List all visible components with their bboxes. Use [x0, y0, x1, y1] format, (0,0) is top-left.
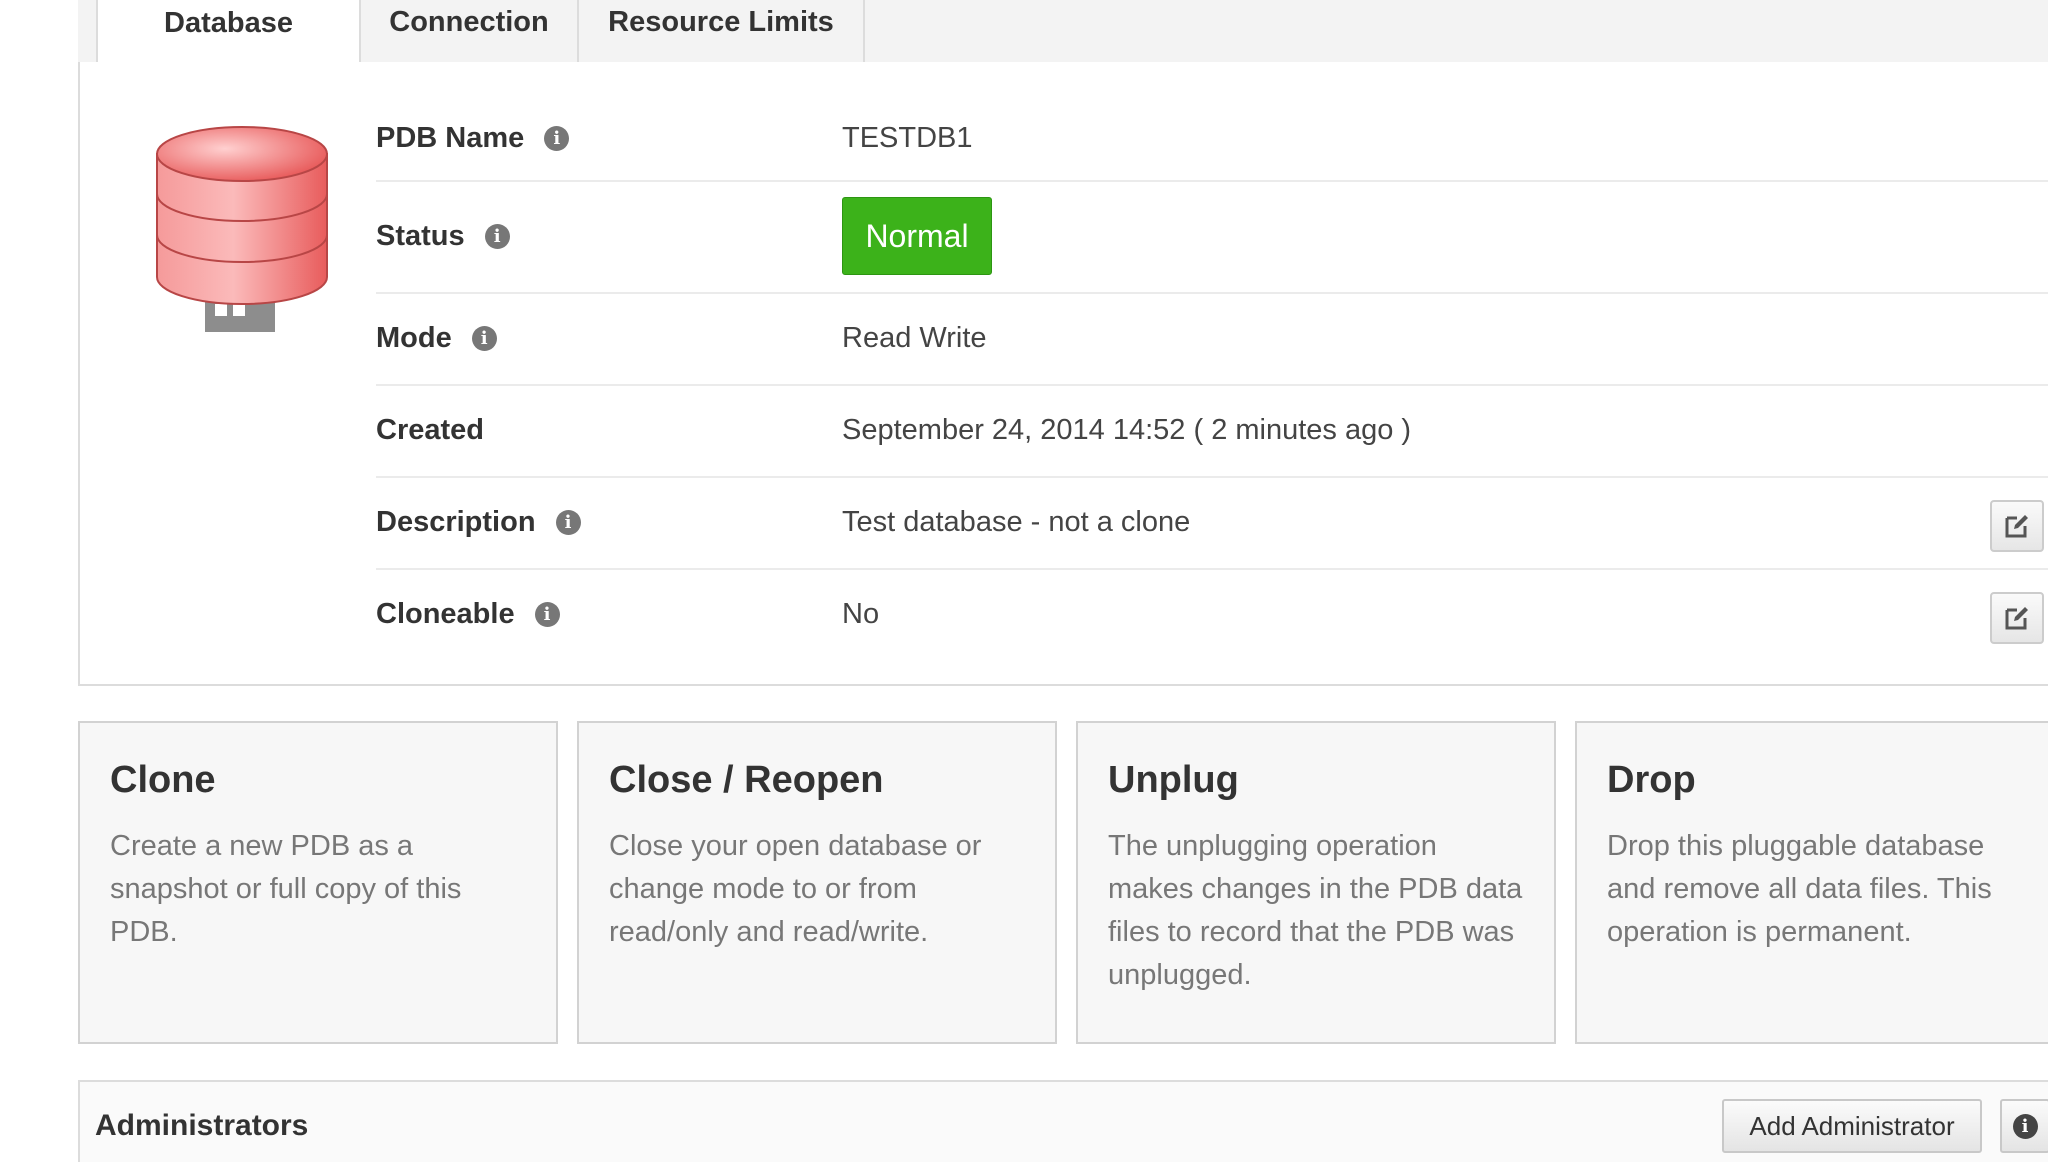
cloneable-value: No [842, 598, 880, 630]
administrators-info-button[interactable]: i [2000, 1099, 2048, 1153]
description-value: Test database - not a clone [842, 506, 1191, 538]
mode-value: Read Write [842, 322, 987, 354]
row-description: Description i Test database - not a clon… [376, 476, 2048, 570]
info-icon[interactable]: i [484, 224, 510, 249]
tab-resource-limits[interactable]: Resource Limits [579, 0, 865, 62]
administrators-section: Administrators Add Administrator i [78, 1080, 2048, 1162]
info-icon[interactable]: i [471, 326, 497, 351]
row-status: Status i Normal [376, 180, 2048, 294]
clone-card-title: Clone [110, 759, 216, 801]
clone-card-text: Create a new PDB as a snapshot or full c… [110, 830, 462, 948]
tab-bar-spacer [0, 0, 78, 62]
pdb-name-label: PDB Name [376, 122, 525, 154]
edit-cloneable-button[interactable] [1990, 592, 2044, 644]
tab-database[interactable]: Database [96, 0, 361, 64]
close-reopen-card-title: Close / Reopen [609, 759, 884, 801]
mode-label-group: Mode i [376, 322, 497, 355]
description-label-group: Description i [376, 506, 581, 539]
tab-connection[interactable]: Connection [361, 0, 579, 62]
row-cloneable: Cloneable i No [376, 568, 2048, 660]
close-reopen-card-text: Close your open database or change mode … [609, 830, 982, 948]
database-icon [156, 126, 328, 332]
unplug-card-title: Unplug [1108, 759, 1239, 801]
pdb-name-value: TESTDB1 [842, 122, 973, 154]
close-reopen-card[interactable]: Close / Reopen Close your open database … [577, 721, 1057, 1044]
created-label-group: Created [376, 414, 484, 447]
pdb-name-label-group: PDB Name i [376, 122, 570, 155]
unplug-card[interactable]: Unplug The unplugging operation makes ch… [1076, 721, 1556, 1044]
created-label: Created [376, 414, 484, 446]
edit-description-button[interactable] [1990, 500, 2044, 552]
tab-bar: Database Connection Resource Limits [0, 0, 2048, 64]
info-icon: i [2012, 1113, 2038, 1139]
drop-card[interactable]: Drop Drop this pluggable database and re… [1575, 721, 2048, 1044]
edit-icon [2005, 607, 2028, 630]
clone-card[interactable]: Clone Create a new PDB as a snapshot or … [78, 721, 558, 1044]
mode-label: Mode [376, 322, 452, 354]
status-label: Status [376, 220, 465, 252]
info-icon[interactable]: i [544, 126, 570, 151]
drop-card-title: Drop [1607, 759, 1696, 801]
created-value: September 24, 2014 14:52 ( 2 minutes ago… [842, 414, 1412, 446]
drop-card-text: Drop this pluggable database and remove … [1607, 830, 1992, 948]
row-mode: Mode i Read Write [376, 292, 2048, 386]
administrators-title: Administrators [95, 1109, 309, 1142]
cloneable-label-group: Cloneable i [376, 598, 560, 631]
status-badge: Normal [842, 197, 992, 275]
status-label-group: Status i [376, 220, 510, 253]
row-pdb-name: PDB Name i TESTDB1 [376, 100, 2048, 182]
description-label: Description [376, 506, 536, 538]
unplug-card-text: The unplugging operation makes changes i… [1108, 830, 1523, 991]
add-administrator-button[interactable]: Add Administrator [1722, 1099, 1982, 1153]
info-icon[interactable]: i [534, 602, 560, 627]
row-created: Created September 24, 2014 14:52 ( 2 min… [376, 384, 2048, 478]
cloneable-label: Cloneable [376, 598, 515, 630]
edit-icon [2005, 515, 2028, 538]
info-icon[interactable]: i [555, 510, 581, 535]
